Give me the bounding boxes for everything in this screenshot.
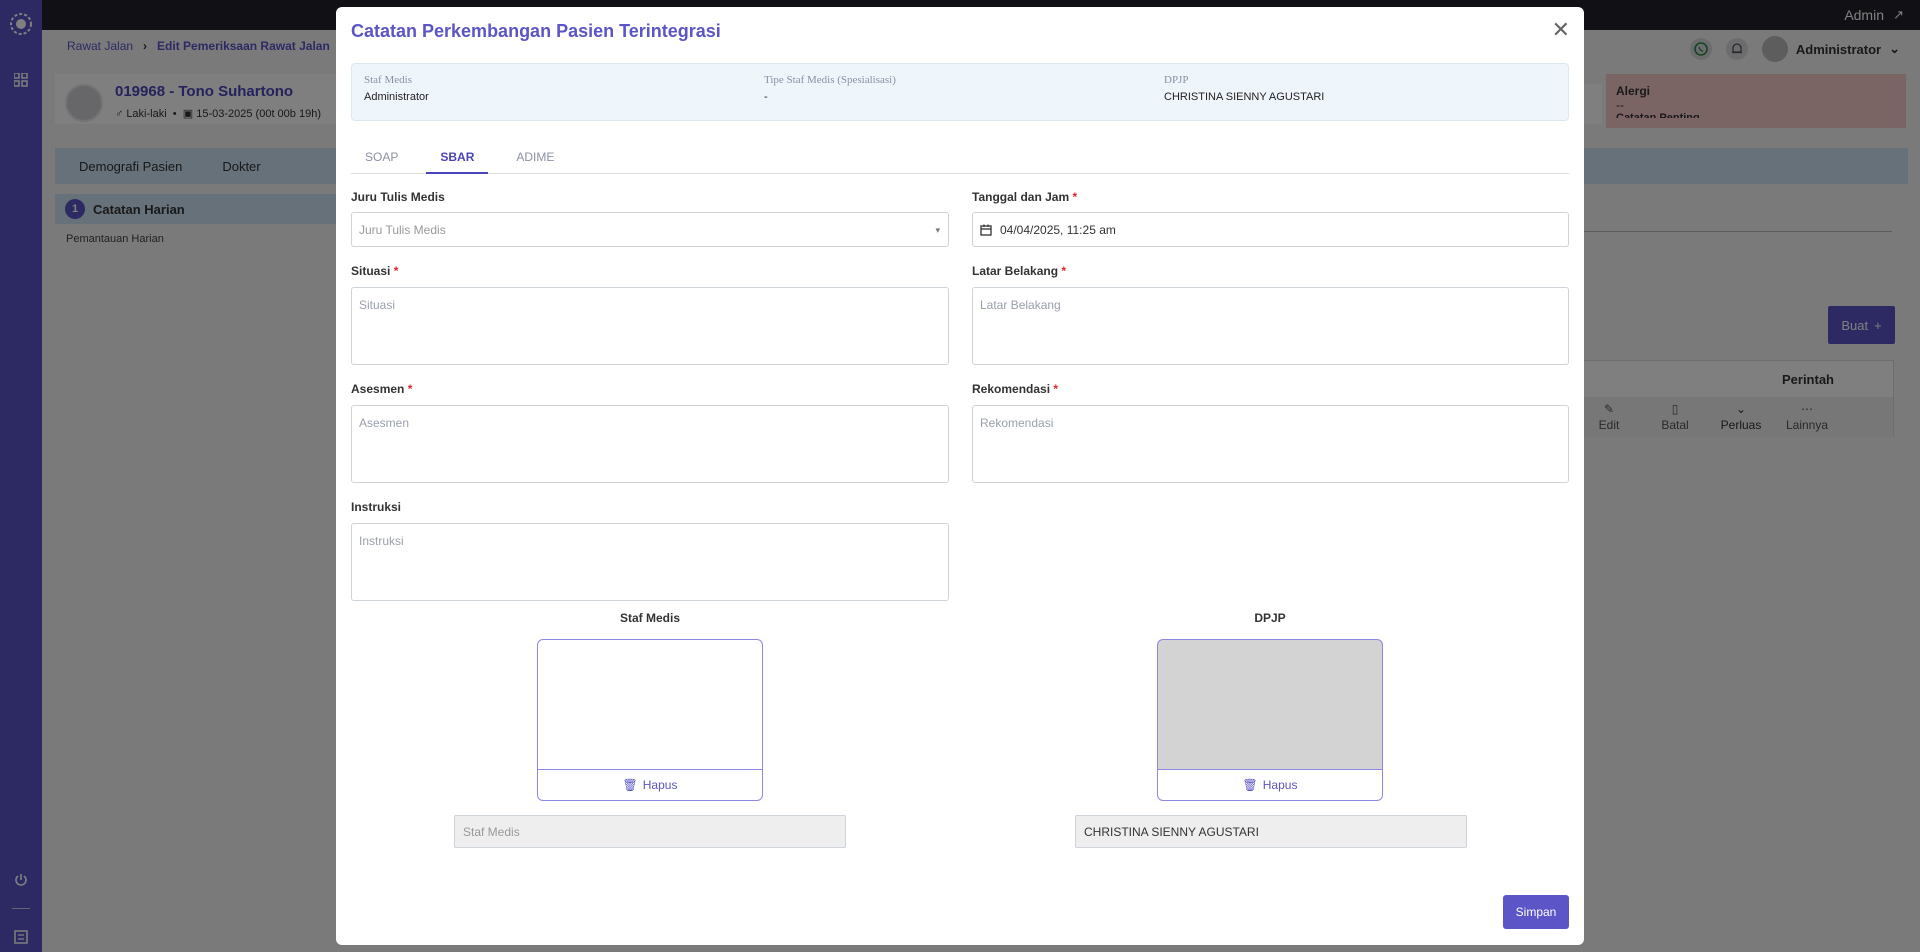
- required-marker: *: [1061, 264, 1067, 278]
- modal-dialog: Catatan Perkembangan Pasien Terintegrasi…: [336, 7, 1584, 945]
- asesmen-label: Asesmen *: [351, 382, 412, 396]
- hapus-label: Hapus: [642, 778, 678, 792]
- latar-belakang-label: Latar Belakang *: [972, 264, 1066, 278]
- rekomendasi-textarea[interactable]: Rekomendasi: [972, 405, 1569, 483]
- info-label: Tipe Staf Medis (Spesialisasi): [764, 74, 896, 86]
- info-label: Staf Medis: [364, 74, 412, 86]
- close-icon[interactable]: ✕: [1552, 19, 1570, 41]
- modal-title: Catatan Perkembangan Pasien Terintegrasi: [351, 21, 721, 41]
- tab-sbar[interactable]: SBAR: [426, 138, 489, 174]
- info-staf-medis: Staf Medis Administrator: [364, 74, 429, 103]
- juru-tulis-label-text: Juru Tulis Medis: [351, 190, 445, 204]
- hapus-label: Hapus: [1262, 778, 1298, 792]
- juru-tulis-select[interactable]: Juru Tulis Medis ▾: [351, 212, 949, 247]
- tab-soap[interactable]: SOAP: [351, 138, 412, 174]
- instruksi-label-text: Instruksi: [351, 500, 402, 514]
- juru-tulis-label: Juru Tulis Medis: [351, 190, 445, 204]
- caret-down-icon: ▾: [935, 225, 940, 235]
- trash-icon: 🗑: [1242, 778, 1258, 792]
- info-tipe-staf: Tipe Staf Medis (Spesialisasi) -: [764, 74, 896, 103]
- situasi-label-text: Situasi: [351, 264, 391, 278]
- instruksi-label: Instruksi: [351, 500, 401, 514]
- asesmen-label-text: Asesmen: [351, 382, 405, 396]
- dpjp-signature-title: DPJP: [1254, 611, 1286, 625]
- tanggal-label: Tanggal dan Jam *: [972, 190, 1077, 204]
- instruksi-textarea[interactable]: Instruksi: [351, 523, 949, 601]
- tanggal-label-text: Tanggal dan Jam: [972, 190, 1070, 204]
- required-marker: *: [1053, 382, 1059, 396]
- simpan-button[interactable]: Simpan: [1503, 895, 1569, 929]
- required-marker: *: [393, 264, 399, 278]
- dpjp-hapus-button[interactable]: 🗑 Hapus: [1157, 769, 1383, 801]
- info-value: -: [764, 91, 768, 103]
- info-box: Staf Medis Administrator Tipe Staf Medis…: [351, 63, 1569, 121]
- asesmen-textarea[interactable]: Asesmen: [351, 405, 949, 483]
- latar-belakang-textarea[interactable]: Latar Belakang: [972, 287, 1569, 365]
- staf-medis-name-field[interactable]: Staf Medis: [454, 815, 846, 848]
- staf-medis-signature-title: Staf Medis: [619, 611, 680, 625]
- info-value: CHRISTINA SIENNY AGUSTARI: [1164, 91, 1325, 103]
- required-marker: *: [407, 382, 413, 396]
- rekomendasi-label-text: Rekomendasi: [972, 382, 1051, 396]
- info-value: Administrator: [364, 91, 429, 103]
- trash-icon: 🗑: [622, 778, 638, 792]
- tanggal-input[interactable]: 04/04/2025, 11:25 am: [972, 212, 1569, 247]
- staf-medis-signature-pad[interactable]: [537, 639, 763, 769]
- situasi-label: Situasi *: [351, 264, 398, 278]
- rekomendasi-label: Rekomendasi *: [972, 382, 1058, 396]
- modal-tabs: SOAP SBAR ADIME: [351, 138, 1569, 174]
- calendar-icon: [980, 224, 992, 236]
- latar-label-text: Latar Belakang: [972, 264, 1059, 278]
- staf-medis-hapus-button[interactable]: 🗑 Hapus: [537, 769, 763, 801]
- info-dpjp: DPJP CHRISTINA SIENNY AGUSTARI: [1164, 74, 1324, 103]
- tab-adime[interactable]: ADIME: [502, 138, 568, 174]
- juru-tulis-placeholder: Juru Tulis Medis: [359, 222, 446, 237]
- required-marker: *: [1072, 190, 1078, 204]
- dpjp-signature-pad[interactable]: [1157, 639, 1383, 769]
- situasi-textarea[interactable]: Situasi: [351, 287, 949, 365]
- tanggal-value: 04/04/2025, 11:25 am: [1000, 222, 1116, 237]
- dpjp-name-field[interactable]: CHRISTINA SIENNY AGUSTARI: [1075, 815, 1467, 848]
- info-label: DPJP: [1164, 74, 1189, 86]
